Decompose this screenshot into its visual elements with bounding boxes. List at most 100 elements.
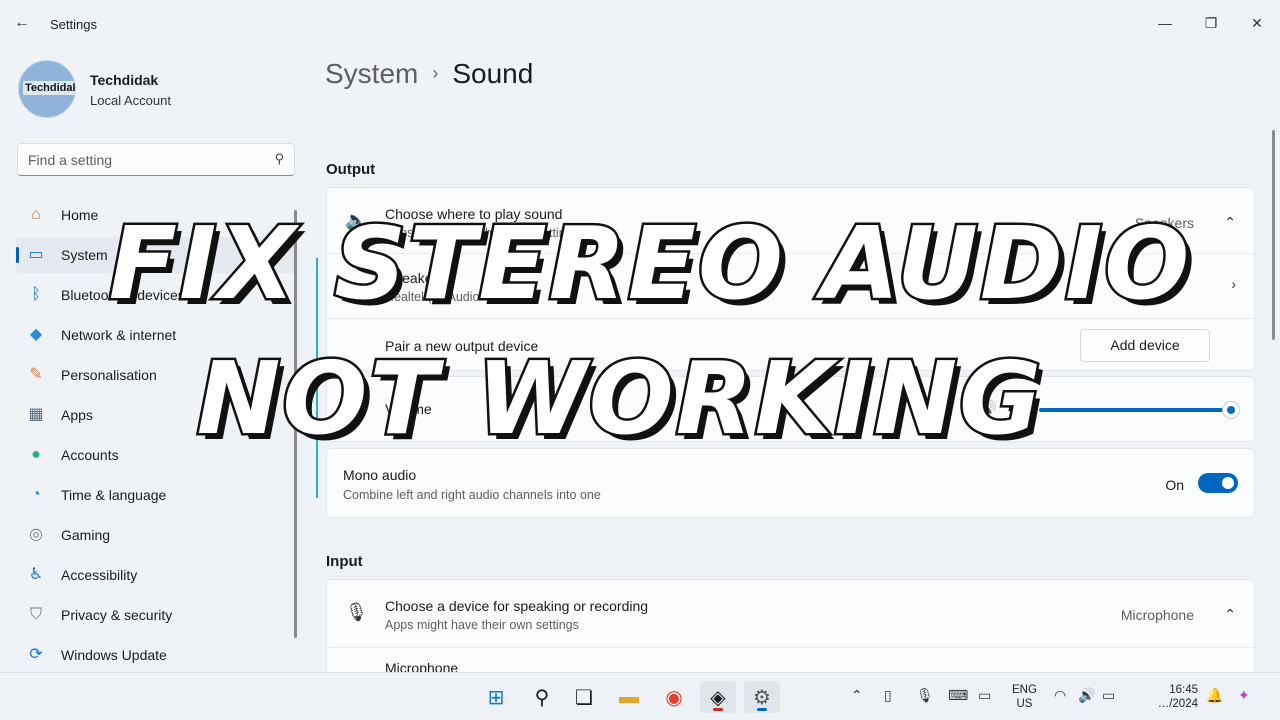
sidebar-item-system[interactable]: ▭ System (16, 237, 296, 273)
output-device-card: 🔈 Choose where to play sound Apps might … (326, 187, 1255, 371)
input-section-title: Input (326, 553, 363, 570)
wifi-icon: ◆ (29, 326, 43, 343)
sidebar-item-label: Gaming (61, 527, 111, 543)
sidebar-item-label: Personalisation (61, 367, 157, 383)
chevron-up-tray-icon[interactable]: ⌃ (851, 687, 863, 704)
choose-input-subtitle: Apps might have their own settings (385, 618, 579, 632)
display-icon[interactable]: ▭ (978, 687, 991, 704)
mono-audio-subtitle: Combine left and right audio channels in… (343, 488, 601, 502)
avatar-logo-text: Techdidak (23, 81, 75, 95)
search-icon[interactable]: ⚲ (274, 151, 284, 167)
selected-output-device: Speakers (1134, 215, 1194, 231)
content-scrollbar[interactable] (1272, 130, 1275, 340)
sidebar-item-label: Windows Update (61, 647, 167, 663)
microphone-icon: 🎙 (345, 602, 368, 622)
file-explorer-icon[interactable]: ▬ (611, 681, 647, 713)
choose-input-title: Choose a device for speaking or recordin… (385, 598, 649, 614)
keyboard-icon[interactable]: ⌨ (948, 687, 968, 704)
back-arrow-icon[interactable]: ← (14, 14, 34, 34)
sidebar-item-windows-update[interactable]: ⟳ Windows Update (16, 637, 296, 673)
choose-output-title: Choose where to play sound (385, 206, 563, 222)
output-section-title: Output (326, 161, 376, 178)
taskbar: ⊞ ⚲ ❏ ▬ ◉ ◈ ⚙ ⌃ ▯ 🎙 ⌨ ▭ ENG US ◠ 🔊 ▭ 16:… (0, 672, 1280, 720)
accessibility-icon: ♿ (28, 566, 44, 583)
update-icon: ⟳ (29, 646, 43, 663)
mono-audio-toggle[interactable] (1198, 473, 1238, 493)
taskbar-search-icon[interactable]: ⚲ (524, 681, 560, 713)
sidebar-item-apps[interactable]: ▦ Apps (16, 397, 296, 433)
mono-audio-title: Mono audio (343, 467, 417, 483)
minimize-button[interactable]: — (1142, 8, 1188, 38)
language-indicator[interactable]: ENG US (1012, 683, 1037, 711)
filmora-icon[interactable]: ◈ (700, 681, 736, 713)
language-code: ENG (1012, 684, 1037, 696)
volume-tray-icon[interactable]: 🔊 (1078, 687, 1095, 704)
settings-gear-icon[interactable]: ⚙ (744, 681, 780, 713)
sidebar-item-home[interactable]: ⌂ Home (16, 197, 296, 233)
sidebar-item-gaming[interactable]: ◎ Gaming (16, 517, 296, 553)
sidebar-item-accessibility[interactable]: ♿ Accessibility (16, 557, 296, 593)
mono-audio-card: Mono audio Combine left and right audio … (326, 448, 1255, 518)
user-name: Techdidak (90, 72, 159, 88)
apps-icon: ▦ (28, 406, 44, 423)
copilot-icon[interactable]: ✦ (1238, 687, 1250, 704)
pair-output-title: Pair a new output device (385, 338, 539, 354)
speakers-subtitle: Realtek(R) Audio (385, 290, 480, 304)
choose-output-row[interactable]: 🔈 Choose where to play sound Apps might … (327, 188, 1254, 254)
chevron-up-icon[interactable]: ⌃ (1224, 214, 1236, 231)
sidebar-item-label: Time & language (61, 487, 167, 503)
speakers-row[interactable]: Speakers Realtek(R) Audio › (327, 254, 1254, 319)
bluetooth-icon: ᛒ (31, 286, 41, 303)
sidebar-nav: ⌂ Home ▭ System ᛒ Bluetooth & devices ◆ Network… (16, 197, 296, 677)
chevron-up-icon[interactable]: ⌃ (1224, 606, 1236, 623)
microphone-tray-icon[interactable]: 🎙 (916, 687, 934, 704)
volume-card: ♪ Volume 🔊 100 (326, 376, 1255, 442)
chevron-right-icon[interactable]: › (1231, 276, 1236, 292)
sidebar-item-privacy-security[interactable]: ⛉ Privacy & security (16, 597, 296, 633)
speaker-volume-icon[interactable]: 🔊 (977, 399, 997, 419)
restore-button[interactable]: ❐ (1188, 8, 1234, 38)
sidebar-item-personalisation[interactable]: ✎ Personalisation (16, 357, 296, 393)
system-icon: ▭ (28, 246, 44, 263)
search-placeholder: Find a setting (28, 152, 113, 168)
avatar: Techdidak (18, 60, 76, 118)
sidebar-item-time-language[interactable]: ◔ Time & language (16, 477, 296, 513)
pair-output-row: Pair a new output device Add device (327, 319, 1254, 372)
volume-value: 100 (1011, 401, 1034, 416)
clock-date: …/2024 (1157, 698, 1198, 710)
usb-icon[interactable]: ▯ (884, 687, 892, 704)
home-icon: ⌂ (31, 206, 41, 223)
focus-indicator-line (316, 258, 318, 498)
sidebar-item-network-internet[interactable]: ◆ Network & internet (16, 317, 296, 353)
task-view-icon[interactable]: ❏ (566, 681, 602, 713)
choose-input-row[interactable]: 🎙 Choose a device for speaking or record… (327, 580, 1254, 648)
sidebar-item-label: System (61, 247, 108, 263)
sidebar-item-label: Apps (61, 407, 93, 423)
sidebar-item-label: Home (61, 207, 99, 223)
toggle-knob (1222, 477, 1234, 489)
app-title: Settings (50, 17, 97, 32)
shield-icon: ⛉ (29, 606, 42, 623)
chrome-icon[interactable]: ◉ (656, 681, 692, 713)
sidebar-item-accounts[interactable]: ● Accounts (16, 437, 296, 473)
add-device-button[interactable]: Add device (1080, 329, 1210, 362)
sidebar-item-label: Bluetooth & devices (61, 287, 185, 303)
sidebar-item-label: Accounts (61, 447, 119, 463)
volume-label: Volume (385, 401, 432, 417)
volume-slider-thumb[interactable] (1222, 401, 1240, 419)
chevron-right-icon: › (432, 63, 439, 83)
volume-slider[interactable] (1039, 408, 1231, 412)
battery-icon[interactable]: ▭ (1102, 687, 1115, 704)
sidebar-item-bluetooth-devices[interactable]: ᛒ Bluetooth & devices (16, 277, 296, 313)
sidebar-item-label: Accessibility (61, 567, 138, 583)
close-button[interactable]: ✕ (1234, 8, 1280, 38)
notification-bell-icon[interactable]: 🔔 (1206, 687, 1223, 704)
sidebar-scrollbar[interactable] (294, 210, 297, 638)
clock[interactable]: 16:45 …/2024 (1150, 683, 1198, 711)
start-windows-icon[interactable]: ⊞ (478, 681, 514, 713)
breadcrumb-parent[interactable]: System (325, 58, 418, 89)
region-code: US (1016, 698, 1033, 710)
volume-icon: ♪ (345, 399, 354, 419)
search-input[interactable]: Find a setting ⚲ (17, 143, 295, 176)
wifi-icon[interactable]: ◠ (1054, 687, 1066, 704)
